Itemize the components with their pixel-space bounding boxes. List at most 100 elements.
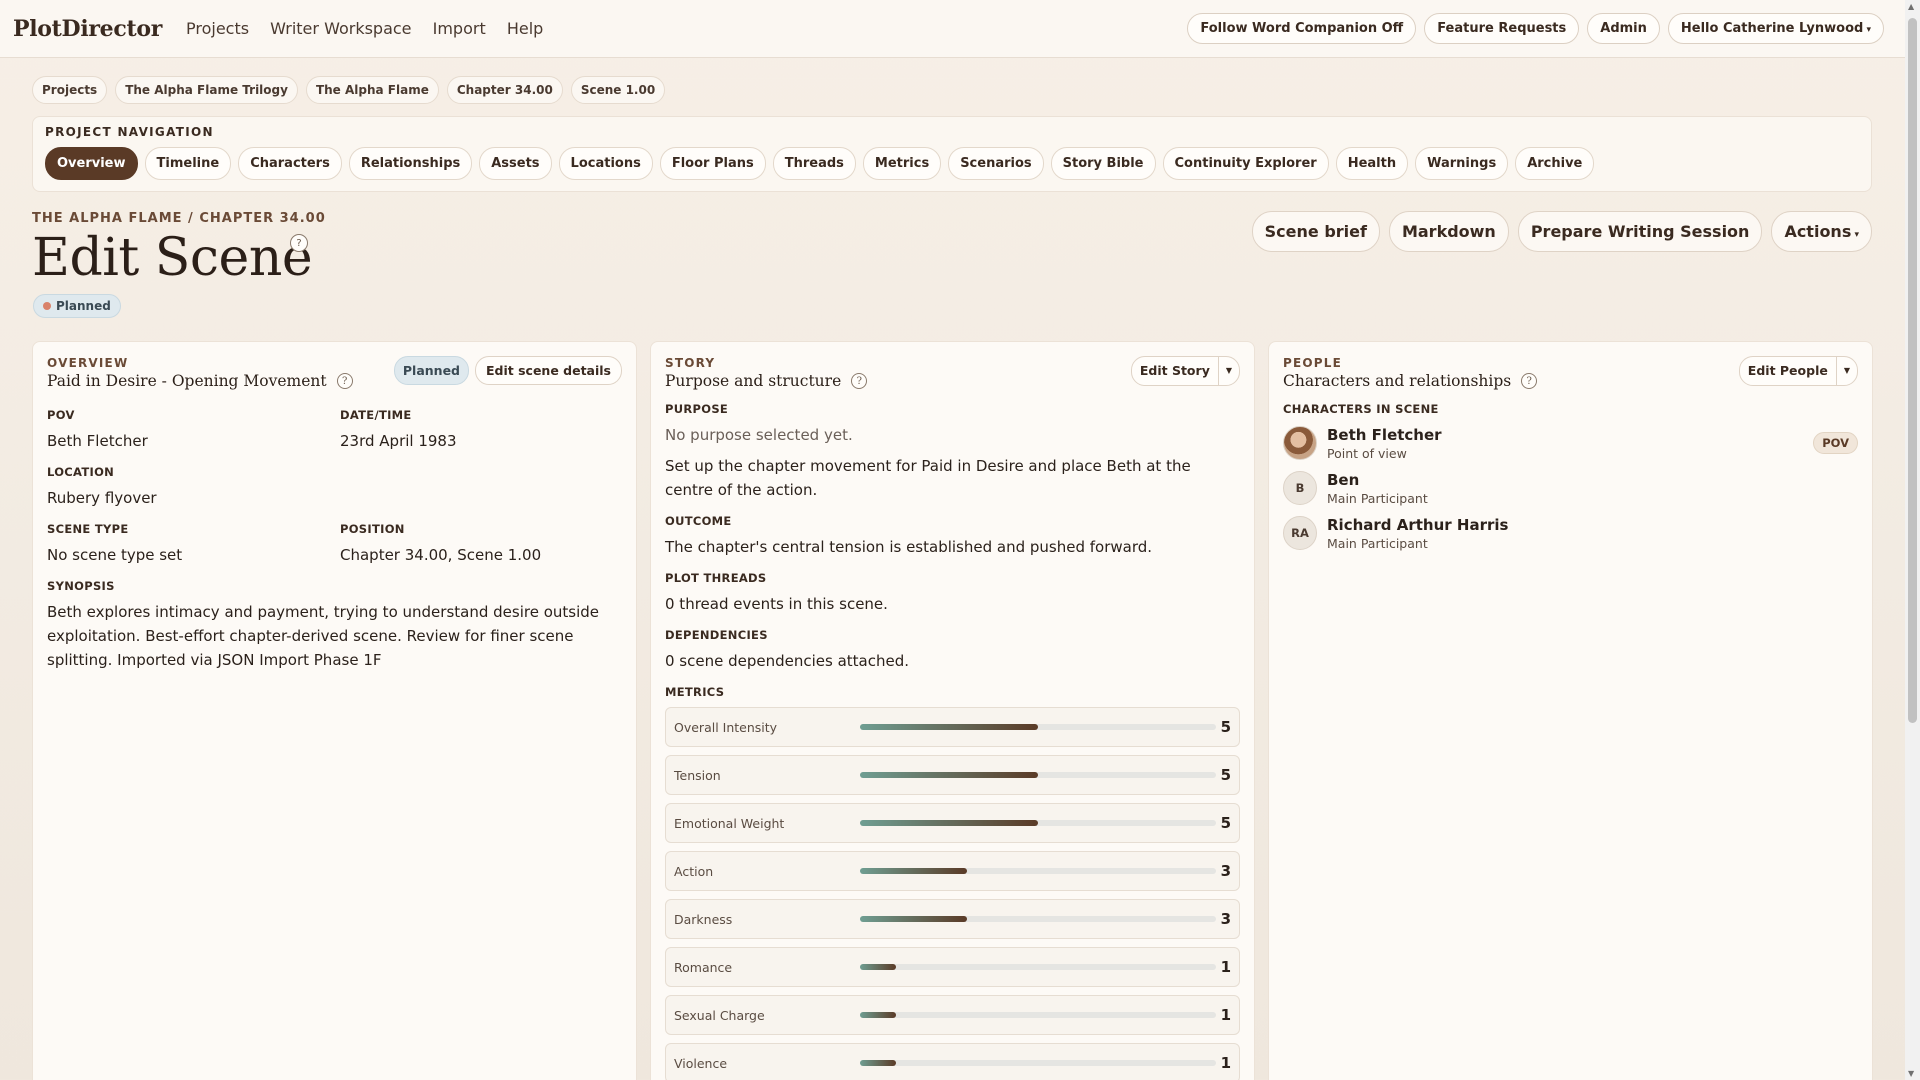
- breadcrumb-projects[interactable]: Projects: [32, 76, 108, 104]
- tab-locations[interactable]: Locations: [558, 147, 653, 180]
- title-help-icon[interactable]: ?: [290, 234, 308, 252]
- nav-import[interactable]: Import: [433, 19, 486, 38]
- character-item[interactable]: B Ben Main Participant: [1283, 471, 1858, 506]
- status-dot-icon: [43, 302, 51, 310]
- scene-type-value: No scene type set: [47, 546, 183, 564]
- scene-brief-button[interactable]: Scene brief: [1251, 211, 1380, 252]
- purpose-empty-text: No purpose selected yet.: [665, 426, 853, 444]
- tab-overview[interactable]: Overview: [45, 147, 138, 180]
- dependencies-text: 0 scene dependencies attached.: [665, 652, 910, 670]
- tab-relationships[interactable]: Relationships: [348, 147, 473, 180]
- tab-archive[interactable]: Archive: [1515, 147, 1595, 180]
- tab-health[interactable]: Health: [1335, 147, 1409, 180]
- overview-eyebrow: OVERVIEW: [47, 356, 129, 370]
- metric-fill: [860, 868, 967, 874]
- story-eyebrow: STORY: [665, 356, 716, 370]
- location-label: LOCATION: [47, 465, 115, 479]
- status-badge-label: Planned: [56, 299, 111, 313]
- overview-panel: OVERVIEW Paid in Desire - Opening Moveme…: [32, 341, 637, 1080]
- metric-name: Tension: [674, 767, 721, 783]
- character-name[interactable]: Richard Arthur Harris: [1327, 516, 1508, 534]
- admin-button[interactable]: Admin: [1587, 13, 1660, 44]
- nav-projects[interactable]: Projects: [186, 19, 249, 38]
- tab-metrics[interactable]: Metrics: [862, 147, 942, 180]
- tab-warnings[interactable]: Warnings: [1415, 147, 1509, 180]
- characters-in-scene-label: CHARACTERS IN SCENE: [1283, 402, 1439, 416]
- plot-threads-label: PLOT THREADS: [665, 571, 767, 585]
- purpose-label: PURPOSE: [665, 402, 729, 416]
- breadcrumb-book[interactable]: The Alpha Flame: [305, 76, 439, 104]
- synopsis-label: SYNOPSIS: [47, 579, 115, 593]
- nav-help[interactable]: Help: [507, 19, 543, 38]
- page-scrollbar[interactable]: ▲ ▼: [1905, 0, 1920, 1080]
- outcome-text: The chapter's central tension is establi…: [665, 538, 1153, 556]
- overview-help-icon[interactable]: ?: [336, 373, 353, 389]
- top-navbar: PlotDirector Projects Writer Workspace I…: [0, 0, 1905, 58]
- location-value: Rubery flyover: [47, 489, 157, 507]
- metric-value: 1: [1220, 1054, 1231, 1072]
- tab-story-bible[interactable]: Story Bible: [1050, 147, 1156, 180]
- edit-people-split-button: Edit People ▼: [1738, 356, 1858, 386]
- scroll-up-icon[interactable]: ▲: [1908, 2, 1914, 11]
- user-menu-button[interactable]: Hello Catherine Lynwood: [1667, 13, 1884, 44]
- story-help-icon[interactable]: ?: [851, 373, 868, 389]
- people-panel: PEOPLE Characters and relationships ? Ed…: [1268, 341, 1873, 1080]
- people-title: Characters and relationships ?: [1283, 372, 1538, 390]
- tab-timeline[interactable]: Timeline: [144, 147, 232, 180]
- tab-continuity-explorer[interactable]: Continuity Explorer: [1162, 147, 1329, 180]
- status-badge: Planned: [33, 294, 121, 318]
- metric-fill: [860, 1012, 896, 1018]
- edit-people-caret-icon[interactable]: ▼: [1835, 357, 1857, 385]
- edit-people-button[interactable]: Edit People: [1740, 357, 1836, 385]
- edit-story-button[interactable]: Edit Story: [1132, 357, 1218, 385]
- character-name[interactable]: Beth Fletcher: [1327, 426, 1442, 444]
- datetime-value: 23rd April 1983: [340, 432, 457, 450]
- tab-characters[interactable]: Characters: [238, 147, 342, 180]
- metric-bar: [860, 724, 1216, 730]
- scrollbar-thumb[interactable]: [1908, 18, 1917, 723]
- metric-value: 5: [1220, 718, 1231, 736]
- avatar: RA: [1283, 516, 1317, 550]
- people-title-text: Characters and relationships: [1283, 372, 1512, 390]
- position-value: Chapter 34.00, Scene 1.00: [340, 546, 542, 564]
- position-label: POSITION: [340, 522, 405, 536]
- synopsis-text: Beth explores intimacy and payment, tryi…: [47, 603, 599, 669]
- tab-scenarios[interactable]: Scenarios: [948, 147, 1044, 180]
- metric-bar: [860, 964, 1216, 970]
- metric-name: Emotional Weight: [674, 815, 785, 831]
- breadcrumb-trilogy[interactable]: The Alpha Flame Trilogy: [115, 76, 298, 104]
- edit-story-caret-icon[interactable]: ▼: [1217, 357, 1239, 385]
- scene-type-label: SCENE TYPE: [47, 522, 129, 536]
- nav-writer-workspace[interactable]: Writer Workspace: [270, 19, 411, 38]
- character-item[interactable]: Beth Fletcher Point of view POV: [1283, 426, 1858, 461]
- character-name[interactable]: Ben: [1327, 471, 1428, 489]
- metric-value: 1: [1220, 958, 1231, 976]
- feature-requests-button[interactable]: Feature Requests: [1424, 13, 1580, 44]
- breadcrumb-scene[interactable]: Scene 1.00: [570, 76, 666, 104]
- scene-title-text: Paid in Desire - Opening Movement: [47, 372, 327, 390]
- scroll-down-icon[interactable]: ▼: [1908, 1069, 1914, 1078]
- metric-fill: [860, 964, 896, 970]
- metric-bar: [860, 772, 1216, 778]
- breadcrumb-chapter[interactable]: Chapter 34.00: [446, 76, 563, 104]
- tab-assets[interactable]: Assets: [479, 147, 552, 180]
- tab-threads[interactable]: Threads: [772, 147, 856, 180]
- prepare-writing-session-button[interactable]: Prepare Writing Session: [1517, 211, 1763, 252]
- scene-title: Paid in Desire - Opening Movement ?: [47, 372, 353, 390]
- edit-scene-details-button[interactable]: Edit scene details: [475, 356, 622, 385]
- tab-floor-plans[interactable]: Floor Plans: [659, 147, 766, 180]
- metric-name: Violence: [674, 1055, 728, 1071]
- character-item[interactable]: RA Richard Arthur Harris Main Participan…: [1283, 516, 1858, 551]
- metric-row: Darkness 3: [665, 899, 1240, 939]
- people-eyebrow: PEOPLE: [1283, 356, 1343, 370]
- brand-logo[interactable]: PlotDirector: [13, 16, 162, 42]
- markdown-button[interactable]: Markdown: [1388, 211, 1509, 252]
- follow-word-companion-button[interactable]: Follow Word Companion Off: [1187, 13, 1417, 44]
- page-title: Edit Scene: [32, 228, 313, 288]
- people-help-icon[interactable]: ?: [1521, 373, 1538, 389]
- actions-dropdown-button[interactable]: Actions: [1771, 211, 1872, 252]
- metric-bar: [860, 916, 1216, 922]
- metric-bar: [860, 1060, 1216, 1066]
- metric-row: Violence 1: [665, 1043, 1240, 1080]
- metric-name: Darkness: [674, 911, 733, 927]
